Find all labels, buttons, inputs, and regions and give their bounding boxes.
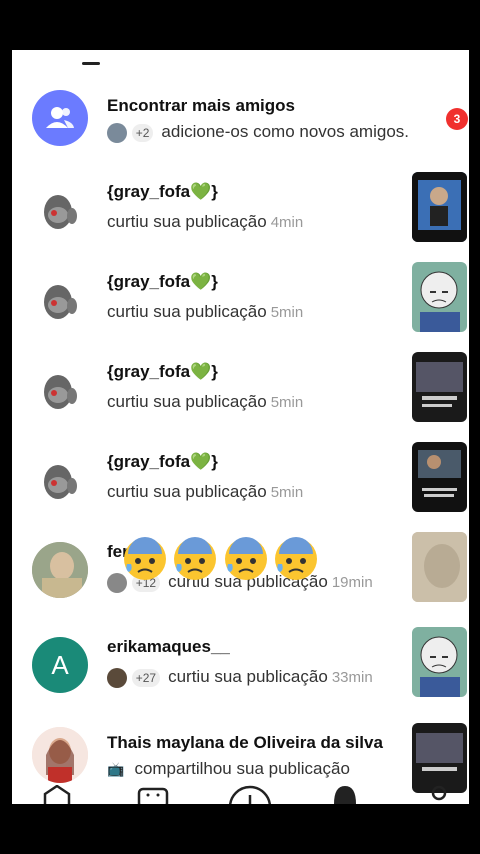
top-tab-strip <box>12 50 469 76</box>
emoji-overlay <box>122 536 319 592</box>
avatar[interactable] <box>32 272 88 328</box>
post-thumbnail[interactable] <box>412 262 467 332</box>
anxious-sweat-emoji <box>174 537 217 580</box>
notification-row[interactable]: {gray_fofa💚} curtiu sua publicação 5min <box>12 442 469 538</box>
avatar[interactable] <box>32 362 88 418</box>
notification-username[interactable]: Thais maylana de Oliveira da silva <box>107 733 383 753</box>
inbox-icon[interactable] <box>332 785 358 804</box>
notification-action-line: 📺 compartilhou sua publicação <box>107 759 350 779</box>
notification-action: compartilhou sua publicação <box>134 759 350 778</box>
notification-time: 5min <box>270 394 304 411</box>
notification-username[interactable]: {gray_fofa💚} <box>107 452 218 472</box>
notification-row[interactable]: {gray_fofa💚} curtiu sua publicação 5min <box>12 262 469 358</box>
notification-time: 19min <box>331 574 373 591</box>
notification-username[interactable]: erikamaques__ <box>107 637 230 657</box>
notification-time: 5min <box>270 484 304 501</box>
bottom-nav <box>12 785 469 804</box>
notification-row[interactable]: {gray_fofa💚} curtiu sua publicação 4min <box>12 172 469 268</box>
notification-action: curtiu sua publicação <box>107 212 267 231</box>
notification-username[interactable]: {gray_fofa💚} <box>107 182 218 202</box>
anxious-sweat-emoji <box>275 537 318 580</box>
notification-username[interactable]: {gray_fofa💚} <box>107 362 218 382</box>
find-friends-subtitle-line: +2 adicione-os como novos amigos. <box>107 122 409 143</box>
avatar[interactable] <box>32 727 88 783</box>
notification-username[interactable]: {gray_fofa💚} <box>107 272 218 292</box>
post-thumbnail[interactable] <box>412 442 467 512</box>
notification-action: curtiu sua publicação <box>107 392 267 411</box>
avatar[interactable] <box>32 182 88 238</box>
notification-row[interactable]: {gray_fofa💚} curtiu sua publicação 5min <box>12 352 469 448</box>
create-icon[interactable] <box>228 785 272 804</box>
post-thumbnail[interactable] <box>412 532 467 602</box>
notification-time: 33min <box>331 669 373 686</box>
game-icon[interactable] <box>137 785 169 804</box>
post-thumbnail[interactable] <box>412 723 467 793</box>
post-thumbnail[interactable] <box>412 352 467 422</box>
notification-badge: 3 <box>446 108 468 130</box>
notification-action-line: +27 curtiu sua publicação 33min <box>107 667 373 688</box>
notification-row[interactable]: A erikamaques__ +27 curtiu sua publicação… <box>12 627 469 723</box>
find-friends-row[interactable]: Encontrar mais amigos +2 adicione-os como… <box>12 88 469 178</box>
notifications-screen: Encontrar mais amigos +2 adicione-os como… <box>12 50 469 804</box>
notification-time: 4min <box>270 214 304 231</box>
friends-icon <box>32 90 88 146</box>
post-thumbnail[interactable] <box>412 172 467 242</box>
notification-time: 5min <box>270 304 304 321</box>
post-thumbnail[interactable] <box>412 627 467 697</box>
notification-action: curtiu sua publicação <box>107 482 267 501</box>
notification-action: curtiu sua publicação <box>168 667 328 686</box>
home-icon[interactable] <box>42 785 72 804</box>
find-friends-title: Encontrar mais amigos <box>107 96 296 115</box>
likers-count: +27 <box>131 668 161 687</box>
friends-count: +2 <box>131 123 154 142</box>
notification-action-line: curtiu sua publicação 5min <box>107 482 303 502</box>
find-friends-subtitle: adicione-os como novos amigos. <box>161 122 409 141</box>
profile-icon[interactable] <box>428 785 450 804</box>
notification-action-line: curtiu sua publicação 5min <box>107 392 303 412</box>
mini-avatar <box>107 122 127 143</box>
notification-action-line: curtiu sua publicação 5min <box>107 302 303 322</box>
anxious-sweat-emoji <box>124 537 166 580</box>
notification-action: curtiu sua publicação <box>107 302 267 321</box>
notification-action-line: curtiu sua publicação 4min <box>107 212 303 232</box>
avatar[interactable] <box>32 452 88 508</box>
avatar[interactable] <box>32 542 88 598</box>
active-tab-indicator <box>82 62 100 65</box>
anxious-sweat-emoji <box>224 537 267 580</box>
mini-avatar <box>107 667 127 688</box>
avatar[interactable]: A <box>32 637 88 693</box>
tv-icon: 📺 <box>107 761 125 777</box>
